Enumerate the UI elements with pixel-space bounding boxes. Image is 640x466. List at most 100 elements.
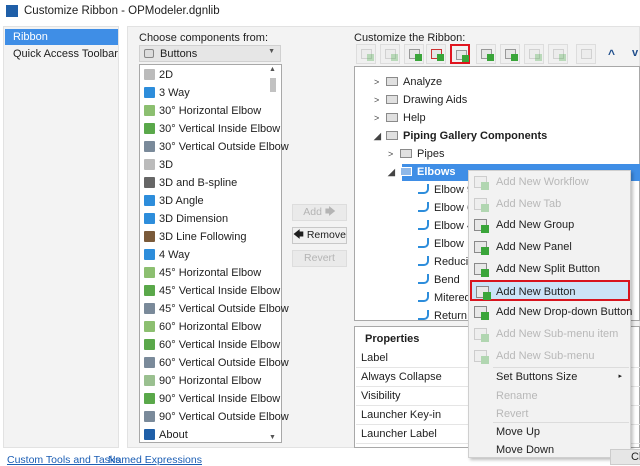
- list-item[interactable]: 90° Horizontal Elbow: [144, 372, 261, 390]
- menu-item-label: Add New Sub-menu: [496, 350, 595, 362]
- list-item[interactable]: 45° Horizontal Elbow: [144, 264, 261, 282]
- components-list[interactable]: 2D 3 Way 30° Horizontal Elbow 30° Vertical …: [139, 64, 289, 444]
- add-panel-tool-icon[interactable]: [426, 44, 446, 64]
- component-icon: [144, 393, 155, 404]
- submenu-arrow-icon: ▸: [618, 373, 622, 380]
- scroll-down-icon[interactable]: ▼: [269, 434, 276, 441]
- menu-item-add-new-panel[interactable]: Add New Panel: [470, 237, 630, 258]
- add-submenu-item-tool-icon[interactable]: [524, 44, 544, 64]
- list-item[interactable]: 3D and B-spline: [144, 174, 237, 192]
- elbow-icon: [418, 184, 429, 194]
- customize-ribbon-label: Customize the Ribbon:: [354, 32, 466, 44]
- list-item-label: 45° Vertical Inside Elbow: [159, 285, 281, 297]
- menu-item-rename[interactable]: Rename: [470, 387, 630, 405]
- list-item[interactable]: 4 Way: [144, 246, 190, 264]
- list-item[interactable]: 3D Line Following: [144, 228, 246, 246]
- list-item[interactable]: 3D: [144, 156, 173, 174]
- tree-node[interactable]: ◢ Piping Gallery Components: [374, 127, 547, 145]
- tree-node[interactable]: > Analyze: [374, 73, 442, 91]
- menu-item-set-buttons-size[interactable]: Set Buttons Size ▸: [470, 368, 630, 386]
- folder-icon: [386, 77, 398, 86]
- list-item[interactable]: 45° Vertical Inside Elbow: [144, 282, 280, 300]
- named-expressions-link[interactable]: Named Expressions: [108, 454, 202, 466]
- list-item[interactable]: 60° Horizontal Elbow: [144, 318, 261, 336]
- component-icon: [144, 123, 155, 134]
- add-item-icon: [474, 241, 489, 255]
- add-dropdown-button-tool-icon[interactable]: [500, 44, 520, 64]
- tree-node-label: Analyze: [403, 76, 443, 88]
- component-icon: [144, 213, 155, 224]
- menu-item-add-new-sub-menu-item[interactable]: Add New Sub-menu item: [470, 324, 630, 345]
- add-split-button-tool-icon[interactable]: [476, 44, 496, 64]
- list-scrollbar[interactable]: ▲ ▼: [267, 66, 280, 441]
- list-item[interactable]: 2D: [144, 66, 173, 84]
- remove-button[interactable]: 🡄 Remove: [292, 227, 347, 244]
- tree-leaf[interactable]: Mitered: [418, 289, 471, 307]
- component-icon: [144, 249, 155, 260]
- tree-leaf[interactable]: Elbow: [418, 235, 464, 253]
- add-item-icon: [474, 306, 489, 320]
- menu-item-add-new-button[interactable]: Add New Button: [470, 280, 630, 301]
- list-item[interactable]: 3 Way: [144, 84, 190, 102]
- tree-node[interactable]: > Help: [374, 109, 426, 127]
- list-item[interactable]: 3D Angle: [144, 192, 204, 210]
- expand-toggle-icon[interactable]: >: [388, 145, 400, 163]
- arrow-left-icon: 🡄: [293, 229, 304, 241]
- add-button-tool-icon[interactable]: [450, 44, 470, 64]
- menu-item-label: Add New Workflow: [496, 176, 589, 188]
- list-item[interactable]: 60° Vertical Inside Elbow: [144, 336, 280, 354]
- component-icon: [144, 231, 155, 242]
- list-item-label: 3D: [159, 159, 174, 171]
- component-icon: [144, 267, 155, 278]
- menu-item-label: Add New Tab: [496, 198, 562, 210]
- expand-toggle-icon[interactable]: ◢: [388, 163, 400, 181]
- expand-toggle-icon[interactable]: >: [374, 91, 386, 109]
- expand-toggle-icon[interactable]: >: [374, 73, 386, 91]
- add-group-tool-icon[interactable]: [404, 44, 424, 64]
- custom-tools-link[interactable]: Custom Tools and Tasks: [7, 454, 120, 466]
- nav-item-ribbon[interactable]: Ribbon: [5, 29, 118, 45]
- elbow-icon: [418, 256, 429, 266]
- move-up-icon[interactable]: ^: [608, 47, 615, 61]
- move-down-icon[interactable]: v: [632, 47, 638, 59]
- scroll-up-icon[interactable]: ▲: [269, 66, 276, 73]
- tree-node[interactable]: > Pipes: [388, 145, 445, 163]
- menu-item-add-new-drop-down-button[interactable]: Add New Drop-down Button: [470, 302, 632, 323]
- add-tab-tool-icon[interactable]: [380, 44, 400, 64]
- nav-item-quick-access-toolbar[interactable]: Quick Access Toolbar: [5, 46, 118, 62]
- tree-node[interactable]: ◢ Elbows: [388, 163, 456, 181]
- rename-tool-icon[interactable]: [576, 44, 596, 64]
- tree-node[interactable]: > Drawing Aids: [374, 91, 467, 109]
- tree-node-label: Drawing Aids: [403, 94, 468, 106]
- menu-item-add-new-sub-menu[interactable]: Add New Sub-menu: [470, 346, 630, 367]
- tree-leaf[interactable]: Bend: [418, 271, 460, 289]
- add-submenu-tool-icon[interactable]: [548, 44, 568, 64]
- menu-item-add-new-tab[interactable]: Add New Tab: [470, 194, 630, 215]
- close-button[interactable]: Clo: [610, 449, 640, 465]
- revert-button[interactable]: Revert: [292, 250, 347, 267]
- menu-item-revert[interactable]: Revert: [470, 405, 630, 423]
- expand-toggle-icon[interactable]: ◢: [374, 127, 386, 145]
- list-item[interactable]: About: [144, 426, 188, 444]
- menu-item-move-down[interactable]: Move Down: [470, 441, 630, 459]
- list-item[interactable]: 3D Dimension: [144, 210, 228, 228]
- component-icon: [144, 69, 155, 80]
- menu-item-label: Add New Sub-menu item: [496, 328, 619, 340]
- menu-item-add-new-split-button[interactable]: Add New Split Button: [470, 259, 630, 280]
- list-item[interactable]: 90° Vertical Inside Elbow: [144, 390, 280, 408]
- component-icon: [144, 429, 155, 440]
- menu-item-move-up[interactable]: Move Up: [470, 423, 630, 441]
- choose-components-label: Choose components from:: [139, 32, 269, 44]
- menu-item-add-new-workflow[interactable]: Add New Workflow: [470, 172, 630, 193]
- list-item[interactable]: 30° Horizontal Elbow: [144, 102, 261, 120]
- component-icon: [144, 159, 155, 170]
- add-workflow-tool-icon[interactable]: [356, 44, 376, 64]
- components-dropdown[interactable]: Buttons ▼: [139, 45, 281, 62]
- folder-icon: [400, 167, 412, 176]
- list-item[interactable]: 30° Vertical Inside Elbow: [144, 120, 280, 138]
- menu-item-label: Add New Panel: [496, 241, 572, 253]
- expand-toggle-icon[interactable]: >: [374, 109, 386, 127]
- scrollbar-thumb[interactable]: [270, 78, 276, 92]
- menu-item-add-new-group[interactable]: Add New Group: [470, 215, 630, 236]
- add-button[interactable]: Add 🡆: [292, 204, 347, 221]
